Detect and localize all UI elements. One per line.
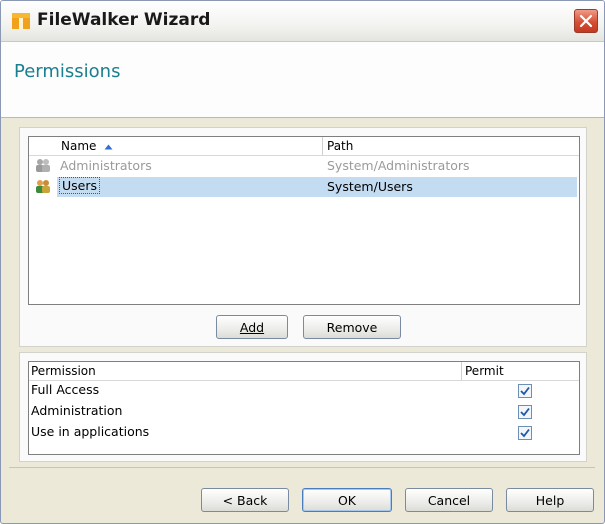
permit-checkbox-full-access[interactable] [518, 384, 532, 398]
member-path: System/Users [327, 179, 413, 194]
cancel-button[interactable]: Cancel [405, 488, 493, 512]
page-header: Permissions [1, 42, 604, 118]
column-header-permit[interactable]: Permit [465, 364, 504, 378]
member-name: Users [58, 177, 101, 194]
ok-button[interactable]: OK [302, 488, 392, 512]
sort-ascending-icon [104, 144, 113, 149]
column-header-name[interactable]: Name [61, 139, 113, 153]
permissions-table[interactable]: Permission Permit Full Access Administra… [28, 361, 580, 455]
wizard-window: FileWalker Wizard Permissions Name Path [0, 0, 605, 524]
permission-row-full-access[interactable]: Full Access [29, 381, 577, 401]
column-separator[interactable] [322, 137, 323, 155]
remove-button[interactable]: Remove [303, 315, 401, 339]
permission-row-administration[interactable]: Administration [29, 402, 577, 422]
window-title: FileWalker Wizard [37, 10, 211, 30]
permission-row-use-in-applications[interactable]: Use in applications [29, 423, 577, 443]
members-panel: Name Path Administrators System/Administ… [19, 127, 587, 347]
member-row-administrators[interactable]: Administrators System/Administrators [29, 156, 577, 176]
title-bar[interactable]: FileWalker Wizard [1, 1, 604, 42]
permit-checkbox-administration[interactable] [518, 405, 532, 419]
column-separator[interactable] [461, 362, 462, 380]
footer-divider [9, 467, 595, 468]
members-list-header: Name Path [29, 137, 579, 156]
user-group-icon [34, 158, 52, 176]
column-header-permission[interactable]: Permission [31, 364, 96, 378]
user-group-icon [34, 179, 52, 197]
close-button[interactable] [574, 9, 598, 33]
permission-label: Use in applications [31, 424, 150, 439]
permission-label: Full Access [31, 382, 100, 397]
member-name: Administrators [60, 158, 152, 173]
app-icon [11, 12, 31, 30]
checkmark-icon [520, 386, 530, 396]
member-path: System/Administrators [327, 158, 470, 173]
close-icon [579, 14, 593, 28]
member-row-users[interactable]: Users System/Users [57, 177, 577, 197]
back-button[interactable]: < Back [201, 488, 289, 512]
column-header-path[interactable]: Path [327, 139, 353, 153]
help-button[interactable]: Help [506, 488, 594, 512]
members-list[interactable]: Name Path Administrators System/Administ… [28, 136, 580, 305]
permit-checkbox-use-in-applications[interactable] [518, 426, 532, 440]
checkmark-icon [520, 428, 530, 438]
page-title: Permissions [14, 61, 121, 82]
add-button[interactable]: Add [216, 315, 288, 339]
permission-label: Administration [31, 403, 123, 418]
checkmark-icon [520, 407, 530, 417]
permissions-table-header: Permission Permit [29, 362, 579, 381]
permissions-panel: Permission Permit Full Access Administra… [19, 352, 587, 462]
